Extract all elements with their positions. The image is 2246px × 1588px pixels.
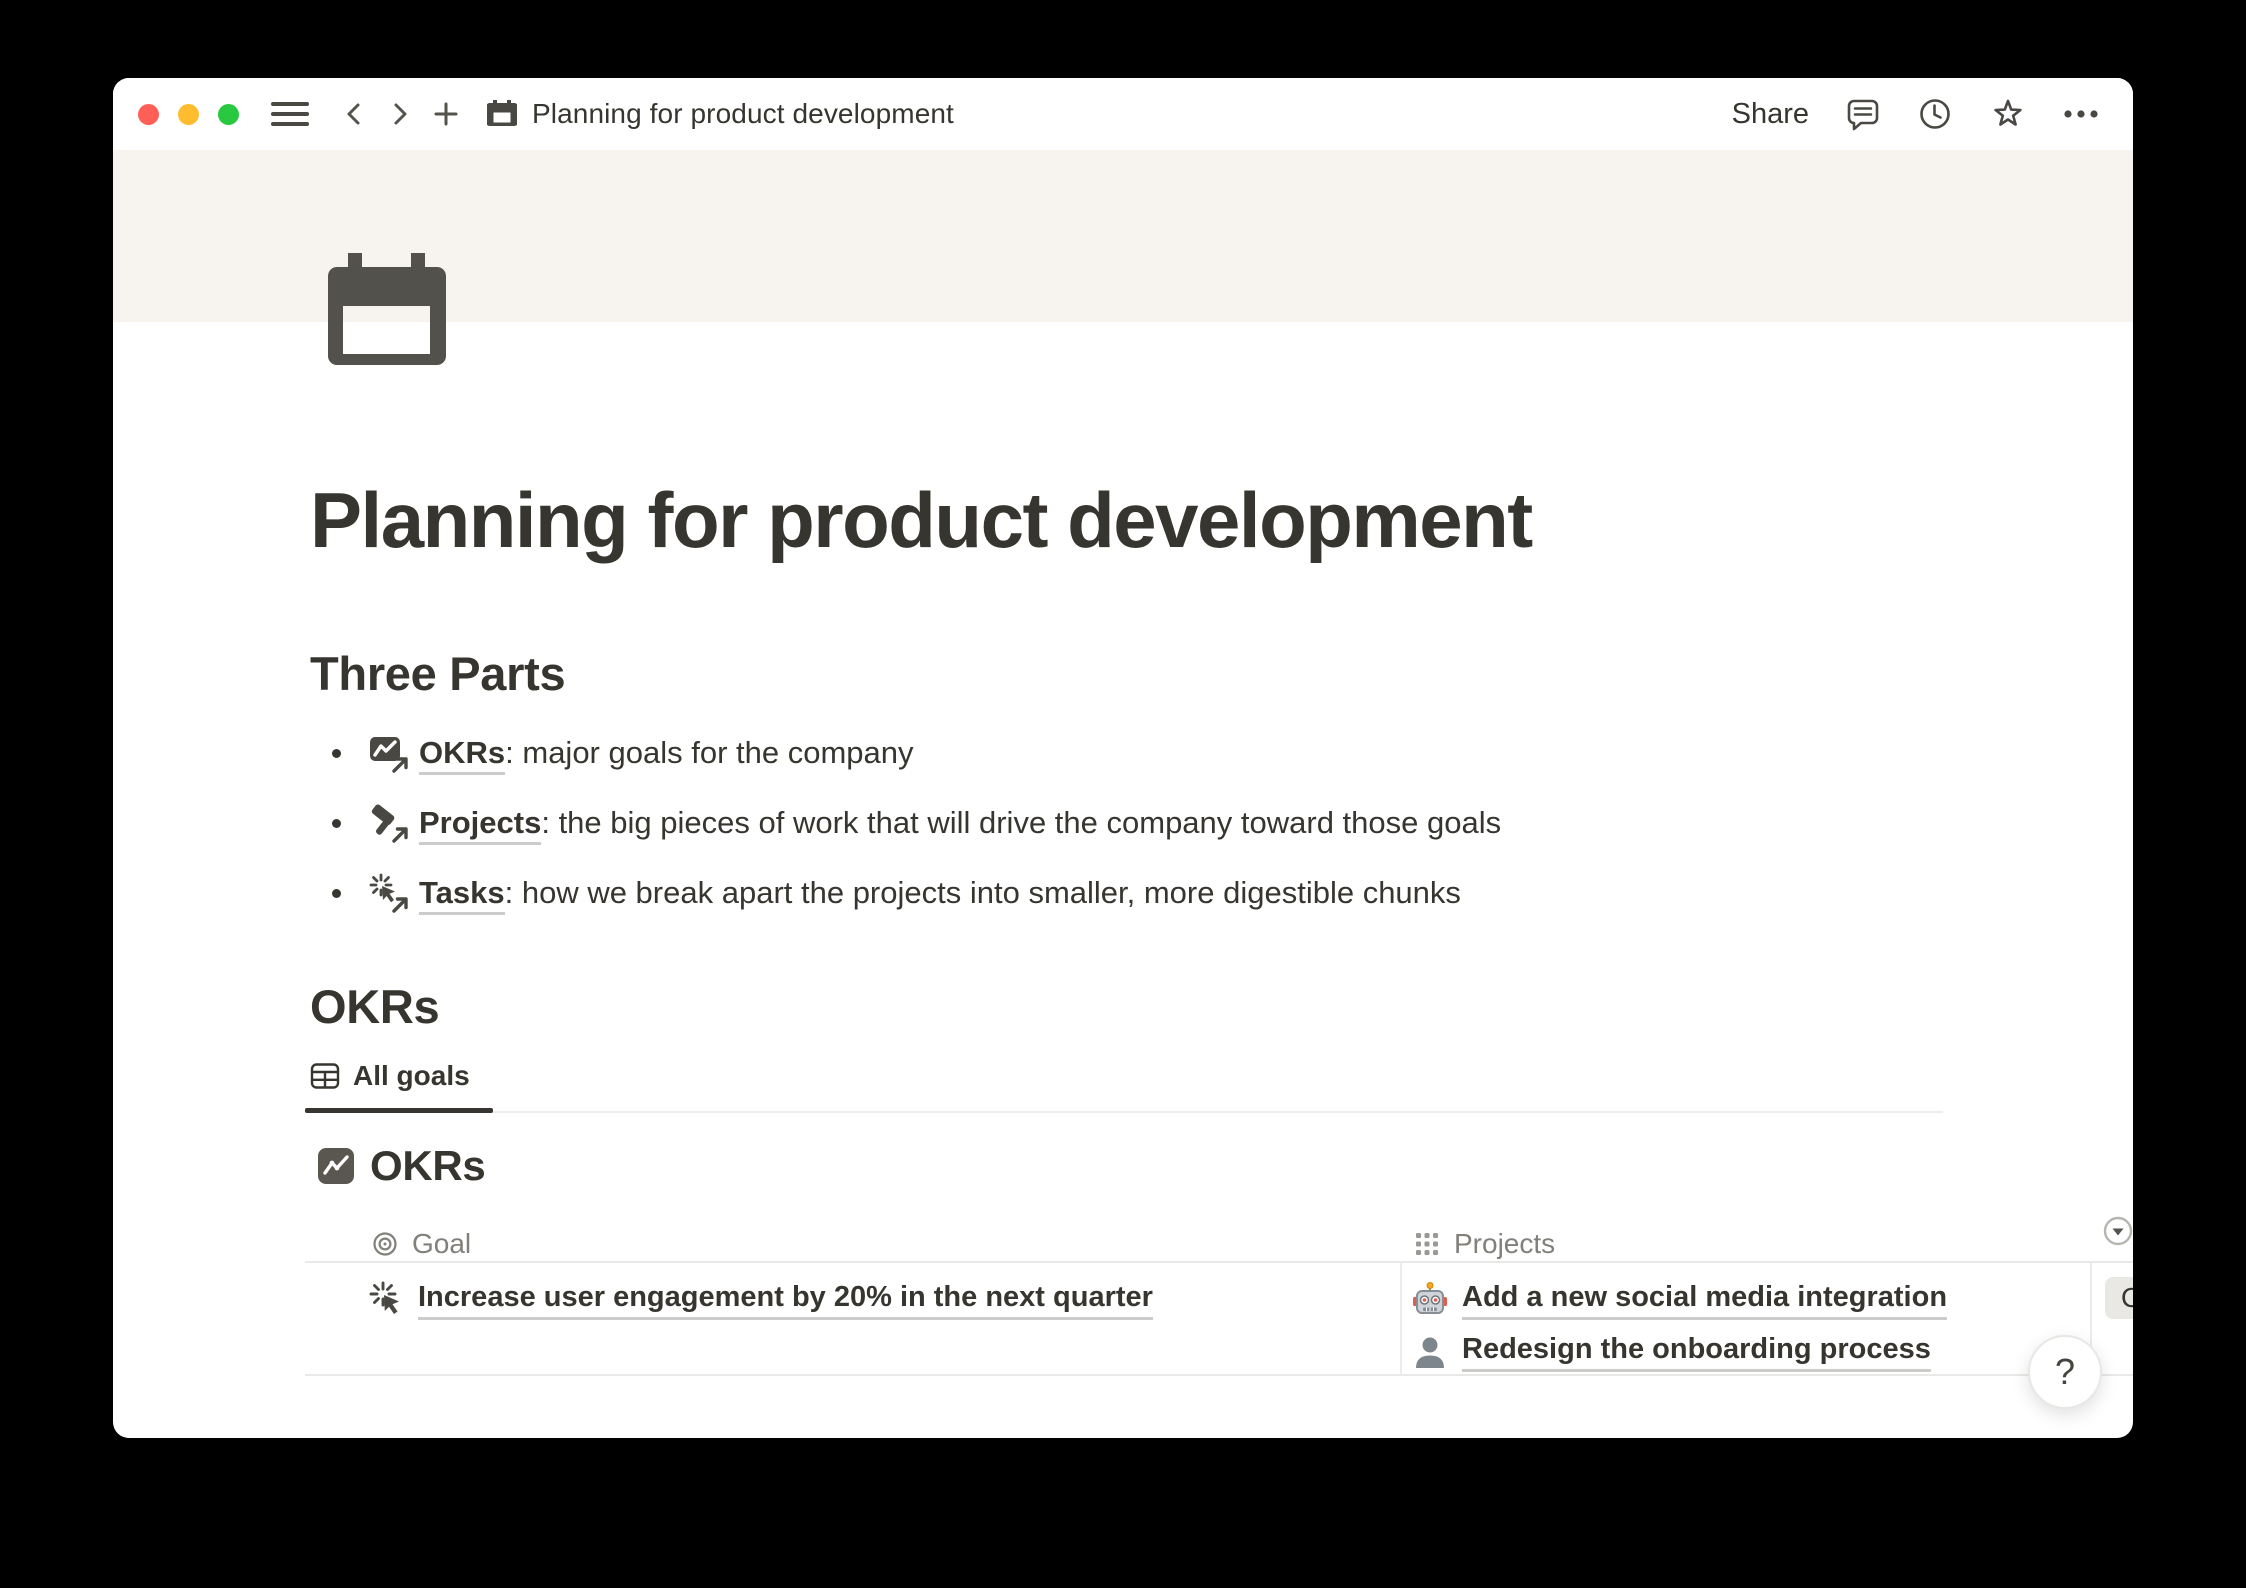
project-page-link[interactable]: Redesign the onboarding process bbox=[1462, 1333, 1931, 1372]
active-tab-underline bbox=[305, 1108, 493, 1113]
three-parts-list: OKRs: major goals for the company Projec… bbox=[310, 718, 1501, 928]
notion-window: Planning for product development Share bbox=[113, 78, 2133, 1438]
forward-icon[interactable] bbox=[385, 99, 415, 129]
table-view-icon bbox=[310, 1061, 340, 1091]
list-item-text: OKRs: major goals for the company bbox=[419, 735, 914, 771]
bullet-dot bbox=[332, 749, 341, 758]
cursor-click-icon bbox=[368, 1280, 408, 1320]
dots-grid-icon bbox=[1412, 1229, 1442, 1259]
chart-increasing-icon bbox=[318, 1148, 354, 1184]
goal-page-link[interactable]: Increase user engagement by 20% in the n… bbox=[418, 1281, 1153, 1320]
help-button[interactable]: ? bbox=[2028, 1335, 2102, 1409]
more-options-icon[interactable] bbox=[2063, 109, 2099, 119]
section-heading-three-parts[interactable]: Three Parts bbox=[310, 646, 565, 701]
new-tab-plus-icon[interactable] bbox=[431, 99, 461, 129]
list-item-tasks: Tasks: how we break apart the projects i… bbox=[310, 858, 1501, 928]
status-badge[interactable]: O bbox=[2105, 1277, 2133, 1319]
list-item-text: Tasks: how we break apart the projects i… bbox=[419, 875, 1461, 911]
view-tab-label: All goals bbox=[353, 1060, 470, 1092]
page-title[interactable]: Planning for product development bbox=[310, 478, 1532, 564]
history-clock-icon[interactable] bbox=[1917, 96, 1953, 132]
list-item-text: Projects: the big pieces of work that wi… bbox=[419, 805, 1501, 841]
tabbar-divider bbox=[305, 1111, 1943, 1113]
cursor-click-link-icon bbox=[369, 873, 409, 913]
bullet-dot bbox=[332, 889, 341, 898]
list-item-projects: Projects: the big pieces of work that wi… bbox=[310, 788, 1501, 858]
project-link-row[interactable]: Redesign the onboarding process bbox=[1410, 1330, 1931, 1374]
table-row-divider bbox=[305, 1374, 2133, 1376]
database-title[interactable]: OKRs bbox=[318, 1142, 486, 1190]
column-header-label: Projects bbox=[1454, 1228, 1555, 1260]
column-header-label: Goal bbox=[412, 1228, 471, 1260]
project-link-row[interactable]: Add a new social media integration bbox=[1410, 1278, 1947, 1322]
column-divider[interactable] bbox=[1400, 1263, 1402, 1374]
okrs-page-link[interactable]: OKRs bbox=[419, 735, 505, 775]
tasks-page-link[interactable]: Tasks bbox=[419, 875, 505, 915]
project-page-link[interactable]: Add a new social media integration bbox=[1462, 1281, 1947, 1320]
back-icon[interactable] bbox=[339, 99, 369, 129]
bullet-dot bbox=[332, 819, 341, 828]
database-title-label: OKRs bbox=[370, 1142, 486, 1190]
breadcrumb-page-title[interactable]: Planning for product development bbox=[532, 98, 954, 130]
collapse-chevron-icon[interactable] bbox=[2103, 1216, 2133, 1246]
titlebar: Planning for product development Share bbox=[113, 78, 2133, 150]
zoom-window-button[interactable] bbox=[218, 104, 239, 125]
person-silhouette-icon bbox=[1410, 1332, 1450, 1372]
share-button[interactable]: Share bbox=[1732, 98, 1809, 131]
minimize-window-button[interactable] bbox=[178, 104, 199, 125]
column-header-projects[interactable]: Projects bbox=[1412, 1224, 1555, 1264]
list-item-okrs: OKRs: major goals for the company bbox=[310, 718, 1501, 788]
table-header-divider bbox=[305, 1261, 2133, 1263]
hamburger-menu-icon[interactable] bbox=[271, 100, 309, 128]
target-icon bbox=[370, 1229, 400, 1259]
favorite-star-icon[interactable] bbox=[1989, 95, 2027, 133]
column-header-goal[interactable]: Goal bbox=[370, 1224, 471, 1264]
desktop-background: Planning for product development Share bbox=[0, 0, 2246, 1588]
comments-icon[interactable] bbox=[1845, 96, 1881, 132]
titlebar-right: Share bbox=[1732, 95, 2133, 133]
goal-cell[interactable]: Increase user engagement by 20% in the n… bbox=[368, 1278, 1153, 1322]
close-window-button[interactable] bbox=[138, 104, 159, 125]
projects-page-link[interactable]: Projects bbox=[419, 805, 541, 845]
robot-icon bbox=[1410, 1280, 1450, 1320]
chart-increasing-link-icon bbox=[369, 733, 409, 773]
traffic-lights bbox=[138, 104, 239, 125]
view-tab-all-goals[interactable]: All goals bbox=[310, 1056, 470, 1096]
breadcrumb-calendar-icon bbox=[487, 99, 517, 129]
titlebar-left: Planning for product development bbox=[113, 98, 954, 130]
hammer-link-icon bbox=[369, 803, 409, 843]
page-calendar-icon[interactable] bbox=[328, 253, 446, 365]
section-heading-okrs[interactable]: OKRs bbox=[310, 979, 439, 1034]
